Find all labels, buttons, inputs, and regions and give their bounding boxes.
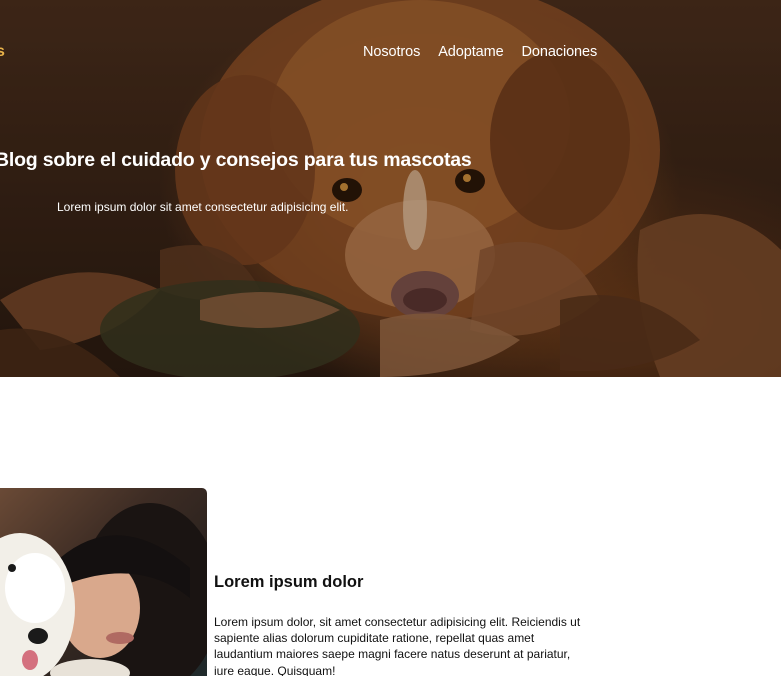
hero-banner: s Nosotros Adoptame Donaciones Blog sobr… — [0, 0, 781, 377]
feature-text: Lorem ipsum dolor, sit amet consectetur … — [214, 615, 581, 676]
feature-title: Lorem ipsum dolor — [214, 573, 364, 591]
woman-with-dog-image — [0, 488, 207, 676]
nav-item-donaciones[interactable]: Donaciones — [522, 44, 598, 60]
nav-item-adoptame[interactable]: Adoptame — [438, 44, 503, 60]
main-nav: Nosotros Adoptame Donaciones — [363, 44, 597, 60]
nav-item-nosotros[interactable]: Nosotros — [363, 44, 420, 60]
hero-subtitle: Lorem ipsum dolor sit amet consectetur a… — [57, 200, 349, 214]
brand-logo[interactable]: s — [0, 43, 5, 61]
hero-title: Blog sobre el cuidado y consejos para tu… — [0, 149, 472, 171]
